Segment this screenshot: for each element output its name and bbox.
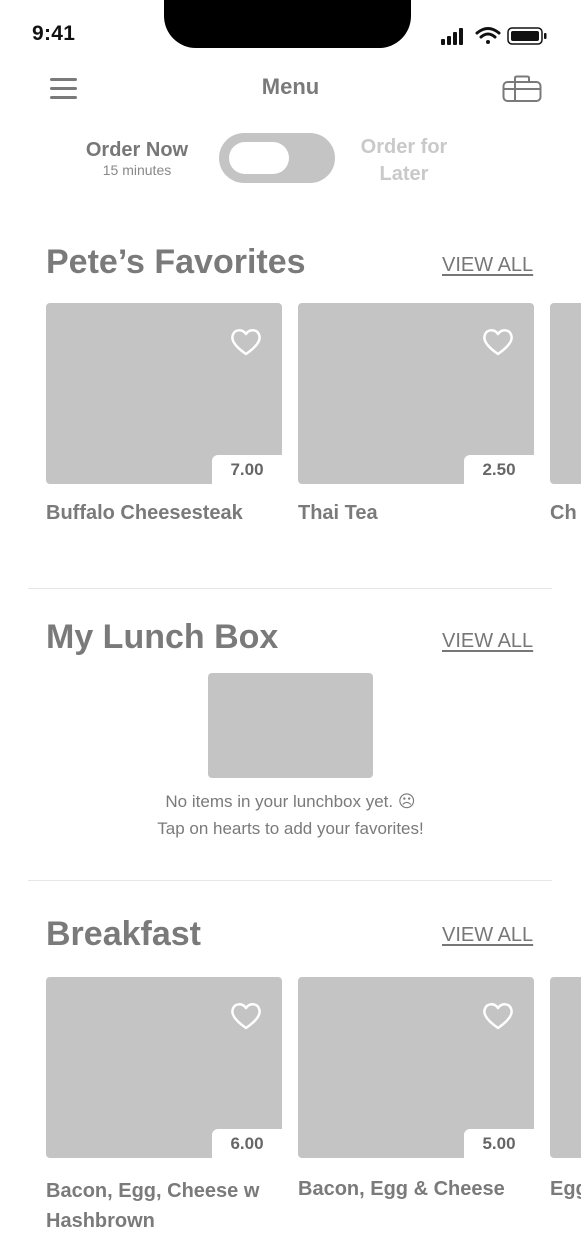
favorite-card[interactable]: 2.50 Thai Tea [298,303,534,528]
order-later-option[interactable]: Order for Later [350,134,458,188]
lunchbox-view-all-link[interactable]: VIEW ALL [442,630,533,653]
page-title: Menu [261,74,320,99]
item-price: 5.00 [464,1129,534,1158]
device-notch [164,0,411,48]
toggle-knob [229,142,289,174]
heart-icon[interactable] [230,327,262,357]
status-icons [441,27,547,45]
status-time: 9:41 [32,22,76,45]
heart-icon[interactable] [482,1001,514,1031]
item-image-placeholder: 6.00 [46,977,282,1158]
order-now-label: Order Now [85,139,189,161]
order-now-option[interactable]: Order Now 15 minutes [70,138,204,178]
item-image-placeholder: 5.00 [298,977,534,1158]
favorite-card-partial[interactable]: Ch [550,303,581,528]
breakfast-view-all-link[interactable]: VIEW ALL [442,924,533,947]
section-divider [28,880,552,881]
item-price: 7.00 [212,455,282,484]
item-image-placeholder: 2.50 [298,303,534,484]
item-name: Bacon, Egg & Cheese [298,1178,505,1200]
lunchbox-empty-message: No items in your lunchbox yet. ☹ [165,792,416,811]
lunchbox-empty-placeholder [208,673,373,778]
item-name: Bacon, Egg, Cheese w Hashbrown [46,1180,260,1232]
breakfast-card[interactable]: 6.00 Bacon, Egg, Cheese w Hashbrown [46,977,282,1236]
item-image-placeholder: 7.00 [46,303,282,484]
wifi-icon [475,27,501,44]
item-price: 2.50 [464,455,534,484]
battery-icon [507,27,547,45]
item-name: Buffalo Cheesesteak [46,502,243,524]
item-name: Ch [550,502,577,524]
breakfast-card-partial[interactable]: Egg [550,977,581,1204]
item-name: Thai Tea [298,502,378,524]
item-name: Egg [550,1178,581,1200]
heart-icon[interactable] [230,1001,262,1031]
order-now-eta: 15 minutes [102,162,172,178]
section-divider [28,588,552,589]
item-price: 6.00 [212,1129,282,1158]
lunchbox-title: My Lunch Box [46,618,279,656]
heart-icon[interactable] [482,327,514,357]
lunchbox-icon[interactable] [502,75,542,103]
favorites-view-all-link[interactable]: VIEW ALL [442,254,533,277]
lunchbox-empty-hint: Tap on hearts to add your favorites! [157,819,424,838]
favorites-title: Pete’s Favorites [46,243,306,281]
favorite-card[interactable]: 7.00 Buffalo Cheesesteak [46,303,282,528]
item-image-placeholder [550,977,581,1158]
order-time-toggle[interactable] [219,133,335,183]
signal-icon [441,28,463,45]
item-image-placeholder [550,303,581,484]
breakfast-card[interactable]: 5.00 Bacon, Egg & Cheese [298,977,534,1204]
breakfast-title: Breakfast [46,915,201,953]
